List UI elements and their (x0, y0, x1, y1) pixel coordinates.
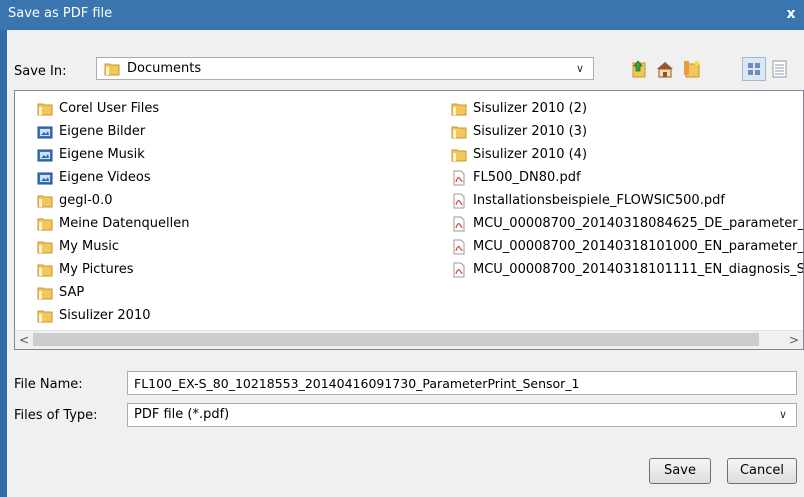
file-name-input[interactable] (127, 371, 797, 395)
scrollbar-thumb[interactable] (33, 333, 759, 346)
file-list-item-label: My Pictures (59, 262, 134, 277)
file-list-item[interactable]: Sisulizer 2010 (2) (451, 97, 803, 120)
folder-icon (37, 216, 53, 232)
file-list-column-1: Corel User Files Eigene Bilder Eigene Musi… (37, 97, 189, 327)
file-list-item-label: Meine Datenquellen (59, 216, 190, 231)
file-name-label: File Name: (14, 377, 83, 392)
file-list-item-label: MCU_00008700_20140318101111_EN_diagnosis… (473, 262, 804, 277)
dialog-body: Save In: Documents ∨ Corel User Files Ei… (7, 30, 804, 497)
file-list-item-label: Eigene Bilder (59, 124, 146, 139)
file-list-item-label: MCU_00008700_20140318084625_DE_parameter… (473, 216, 804, 231)
new-folder-icon (684, 60, 700, 78)
file-list-item-label: Eigene Videos (59, 170, 151, 185)
scroll-left-button[interactable]: < (15, 331, 33, 349)
file-list-item-label: Sisulizer 2010 (2) (473, 101, 588, 116)
new-folder-button[interactable] (679, 57, 703, 81)
file-list-item[interactable]: FL500_DN80.pdf (451, 166, 803, 189)
folder-icon (104, 63, 120, 76)
file-list-item[interactable]: Eigene Videos (37, 166, 189, 189)
file-list-item-label: Installationsbeispiele_FLOWSIC500.pdf (473, 193, 725, 208)
file-list-item-label: Corel User Files (59, 101, 160, 116)
file-list-item[interactable]: Sisulizer 2010 (4) (451, 143, 803, 166)
file-list-item-label: MCU_00008700_20140318101000_EN_parameter… (473, 239, 804, 254)
list-view-button[interactable] (742, 57, 766, 81)
file-list-item[interactable]: Corel User Files (37, 97, 189, 120)
pdf-file-icon (451, 193, 467, 209)
folder-icon (451, 101, 467, 117)
special-folder-icon (37, 170, 53, 186)
pdf-file-icon (451, 262, 467, 278)
chevron-down-icon[interactable]: ∨ (573, 60, 587, 78)
file-list-item[interactable]: gegl-0.0 (37, 189, 189, 212)
file-list-item-label: My Music (59, 239, 120, 254)
close-button[interactable]: x (782, 3, 800, 25)
special-folder-icon (37, 147, 53, 163)
cancel-button[interactable]: Cancel (727, 458, 797, 484)
file-list-item[interactable]: Eigene Bilder (37, 120, 189, 143)
file-list-item[interactable]: My Music (37, 235, 189, 258)
file-list[interactable]: Corel User Files Eigene Bilder Eigene Musi… (14, 90, 804, 350)
folder-icon (37, 193, 53, 209)
scroll-right-button[interactable]: > (785, 331, 803, 349)
file-type-value: PDF file (*.pdf) (134, 407, 230, 422)
folder-icon (37, 101, 53, 117)
file-list-column-2: Sisulizer 2010 (2) Sisulizer 2010 (3) Sisu… (451, 97, 804, 281)
file-list-item[interactable]: MCU_00008700_20140318101000_EN_parameter… (451, 235, 804, 258)
file-list-item-label: SAP (59, 285, 85, 300)
file-list-item-label: Sisulizer 2010 (59, 308, 151, 323)
special-folder-icon (37, 124, 53, 140)
folder-icon (37, 308, 53, 324)
save-in-label: Save In: (14, 64, 67, 79)
save-in-location: Documents (127, 61, 202, 76)
file-list-item[interactable]: Installationsbeispiele_FLOWSIC500.pdf (451, 189, 803, 212)
file-list-item[interactable]: SAP (37, 281, 189, 304)
pdf-file-icon (451, 170, 467, 186)
folder-icon (37, 239, 53, 255)
dialog-title: Save as PDF file (8, 6, 113, 21)
file-list-item-label: FL500_DN80.pdf (473, 170, 581, 185)
save-button[interactable]: Save (649, 458, 711, 484)
file-list-item[interactable]: MCU_00008700_20140318084625_DE_parameter… (451, 212, 804, 235)
home-button[interactable] (653, 57, 677, 81)
file-list-item[interactable]: Sisulizer 2010 (37, 304, 189, 327)
file-list-item[interactable]: Meine Datenquellen (37, 212, 189, 235)
file-list-item-label: Eigene Musik (59, 147, 145, 162)
up-one-level-button[interactable] (627, 57, 651, 81)
file-list-item-label: Sisulizer 2010 (3) (473, 124, 588, 139)
title-bar[interactable]: Save as PDF file x (0, 0, 804, 30)
file-list-item[interactable]: My Pictures (37, 258, 189, 281)
file-type-label: Files of Type: (14, 408, 98, 423)
file-list-item[interactable]: Sisulizer 2010 (3) (451, 120, 803, 143)
file-type-combo[interactable]: PDF file (*.pdf) ∨ (127, 403, 797, 427)
up-one-level-icon (632, 60, 646, 78)
folder-icon (451, 124, 467, 140)
save-in-combo[interactable]: Documents ∨ (96, 57, 594, 80)
file-list-item[interactable]: MCU_00008700_20140318101111_EN_diagnosis… (451, 258, 804, 281)
folder-icon (451, 147, 467, 163)
folder-icon (37, 262, 53, 278)
file-list-item[interactable]: Eigene Musik (37, 143, 189, 166)
list-view-icon (748, 63, 760, 75)
file-list-item-label: gegl-0.0 (59, 193, 113, 208)
pdf-file-icon (451, 239, 467, 255)
pdf-file-icon (451, 216, 467, 232)
chevron-down-icon[interactable]: ∨ (776, 406, 790, 424)
home-icon (657, 62, 673, 78)
file-list-item-label: Sisulizer 2010 (4) (473, 147, 588, 162)
horizontal-scrollbar[interactable]: < > (15, 330, 803, 349)
details-view-icon (772, 60, 787, 78)
details-view-button[interactable] (768, 57, 792, 81)
folder-icon (37, 285, 53, 301)
